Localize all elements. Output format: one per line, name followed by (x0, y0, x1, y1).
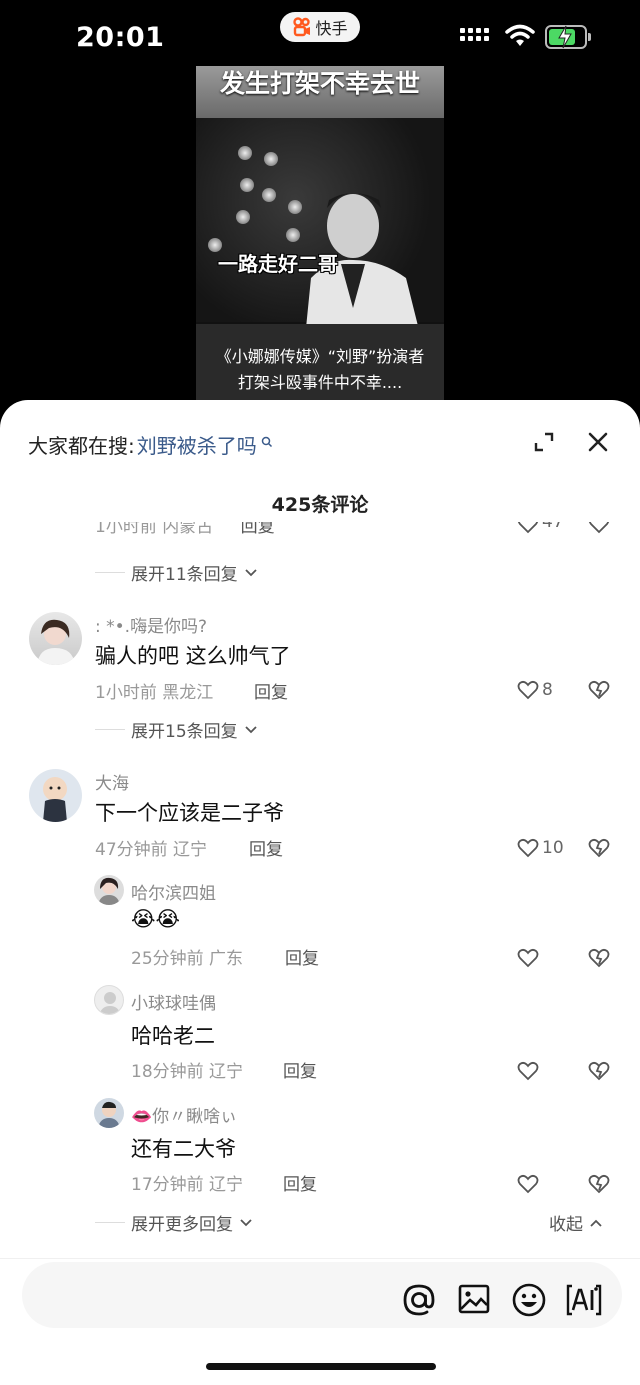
video-bottom-caption: 《小娜娜传媒》“刘野”扮演者 打架斗殴事件中不幸.... (196, 324, 444, 406)
heart-icon[interactable] (517, 680, 539, 700)
like-count: 10 (542, 838, 564, 858)
avatar[interactable] (94, 1098, 124, 1128)
kuaishou-logo-icon (293, 17, 311, 37)
reply-author[interactable]: 小球球哇偶 (131, 989, 216, 1014)
comment-meta: 47分钟前 辽宁 (95, 840, 208, 860)
comment-count: 425条评论 (271, 494, 369, 516)
heart-icon[interactable] (517, 522, 539, 534)
video-thumbnail[interactable]: 发生打架不幸去世 一路走好二哥 《小娜娜传媒》“刘野”扮演者 打架斗殴事件中不幸… (196, 66, 444, 406)
reply-button[interactable]: 回复 (283, 1170, 317, 1195)
comment-text: 骗人的吧 这么帅气了 (95, 644, 291, 668)
cut-comment-meta: 1小时前 内蒙古 (95, 522, 214, 536)
reply-meta: 25分钟前 广东 (131, 949, 244, 969)
heart-icon[interactable] (517, 948, 539, 968)
comment-text: 下一个应该是二子爷 (95, 801, 284, 825)
expand-more-replies-button[interactable]: 展开更多回复 (95, 1210, 253, 1235)
reply-text: 还有二大爷 (131, 1137, 236, 1161)
divider (0, 1258, 640, 1259)
reply-meta: 18分钟前 辽宁 (131, 1062, 244, 1082)
collapse-replies-button[interactable]: 收起 (549, 1210, 603, 1235)
status-time: 20:01 (76, 22, 165, 53)
expand-replies-button[interactable]: 展开15条回复 (95, 717, 258, 742)
app-indicator-pill[interactable]: 快手 (280, 12, 360, 42)
comment-author[interactable]: 大海 (95, 769, 129, 794)
expand-replies-label: 展开11条回复 (131, 565, 238, 585)
signal-icon (460, 28, 489, 41)
wifi-icon (505, 24, 535, 46)
video-scene (196, 118, 444, 378)
collapse-label: 收起 (549, 1215, 583, 1235)
chevron-down-icon (245, 725, 257, 733)
reply-button[interactable]: 回复 (283, 1057, 317, 1082)
comment-meta: 1小时前 黑龙江 (95, 683, 214, 703)
video-bottom-caption-line1: 《小娜娜传媒》“刘野”扮演者 (215, 347, 425, 366)
reply-button[interactable]: 回复 (254, 678, 288, 703)
dislike-icon[interactable] (588, 680, 610, 700)
close-icon[interactable] (587, 431, 609, 453)
avatar[interactable] (29, 612, 82, 665)
expand-icon[interactable] (533, 431, 555, 453)
reply-text: 哈哈老二 (131, 1024, 215, 1048)
reply-button[interactable]: 回复 (285, 944, 319, 969)
reply-meta: 17分钟前 辽宁 (131, 1175, 244, 1195)
video-mid-caption: 一路走好二哥 (218, 252, 338, 276)
video-bottom-caption-line2: 打架斗殴事件中不幸.... (237, 373, 403, 392)
at-icon[interactable] (401, 1282, 437, 1318)
cut-comment-row: 1小时前 内蒙古 回复 47 (95, 522, 640, 536)
like-count: 8 (542, 680, 553, 700)
avatar[interactable] (94, 985, 124, 1015)
reply-author[interactable]: 👄你〃瞅啥ぃ (131, 1102, 237, 1127)
dislike-icon[interactable] (588, 838, 610, 858)
battery-icon (545, 25, 591, 49)
reply-button[interactable]: 回复 (249, 835, 283, 860)
trending-search-prefix: 大家都在搜: (28, 434, 135, 458)
app-name: 快手 (315, 19, 348, 38)
dislike-icon[interactable] (588, 522, 610, 534)
chevron-down-icon (240, 1218, 252, 1226)
trending-search-row[interactable]: 大家都在搜: 刘野被杀了吗 (28, 430, 273, 459)
heart-icon[interactable] (517, 838, 539, 858)
comment-list[interactable]: 1小时前 内蒙古 回复 47 展开11条回复 : *•.嗨是你吗? 骗人的吧 这… (0, 520, 640, 1260)
avatar[interactable] (94, 875, 124, 905)
chevron-down-icon (245, 568, 257, 576)
dislike-icon[interactable] (588, 948, 610, 968)
ai-icon[interactable] (566, 1282, 602, 1318)
home-indicator[interactable] (206, 1363, 436, 1370)
dislike-icon[interactable] (588, 1061, 610, 1081)
expand-more-label: 展开更多回复 (131, 1215, 233, 1235)
comment-author[interactable]: : *•.嗨是你吗? (95, 612, 207, 637)
dislike-icon[interactable] (588, 1174, 610, 1194)
reply-text: 😭😭 (131, 907, 181, 931)
avatar[interactable] (29, 769, 82, 822)
cut-reply-button[interactable]: 回复 (241, 522, 275, 536)
image-icon[interactable] (457, 1282, 491, 1316)
trending-search-query[interactable]: 刘野被杀了吗 (137, 430, 257, 459)
chevron-up-icon (590, 1219, 602, 1227)
heart-icon[interactable] (517, 1174, 539, 1194)
expand-replies-button[interactable]: 展开11条回复 (95, 560, 258, 585)
emoji-icon[interactable] (511, 1282, 547, 1318)
heart-icon[interactable] (517, 1061, 539, 1081)
video-top-caption: 发生打架不幸去世 (196, 66, 444, 118)
cut-like-count: 47 (542, 522, 564, 532)
search-icon (261, 436, 272, 447)
expand-replies-label: 展开15条回复 (131, 722, 238, 742)
reply-author[interactable]: 哈尔滨四姐 (131, 879, 216, 904)
